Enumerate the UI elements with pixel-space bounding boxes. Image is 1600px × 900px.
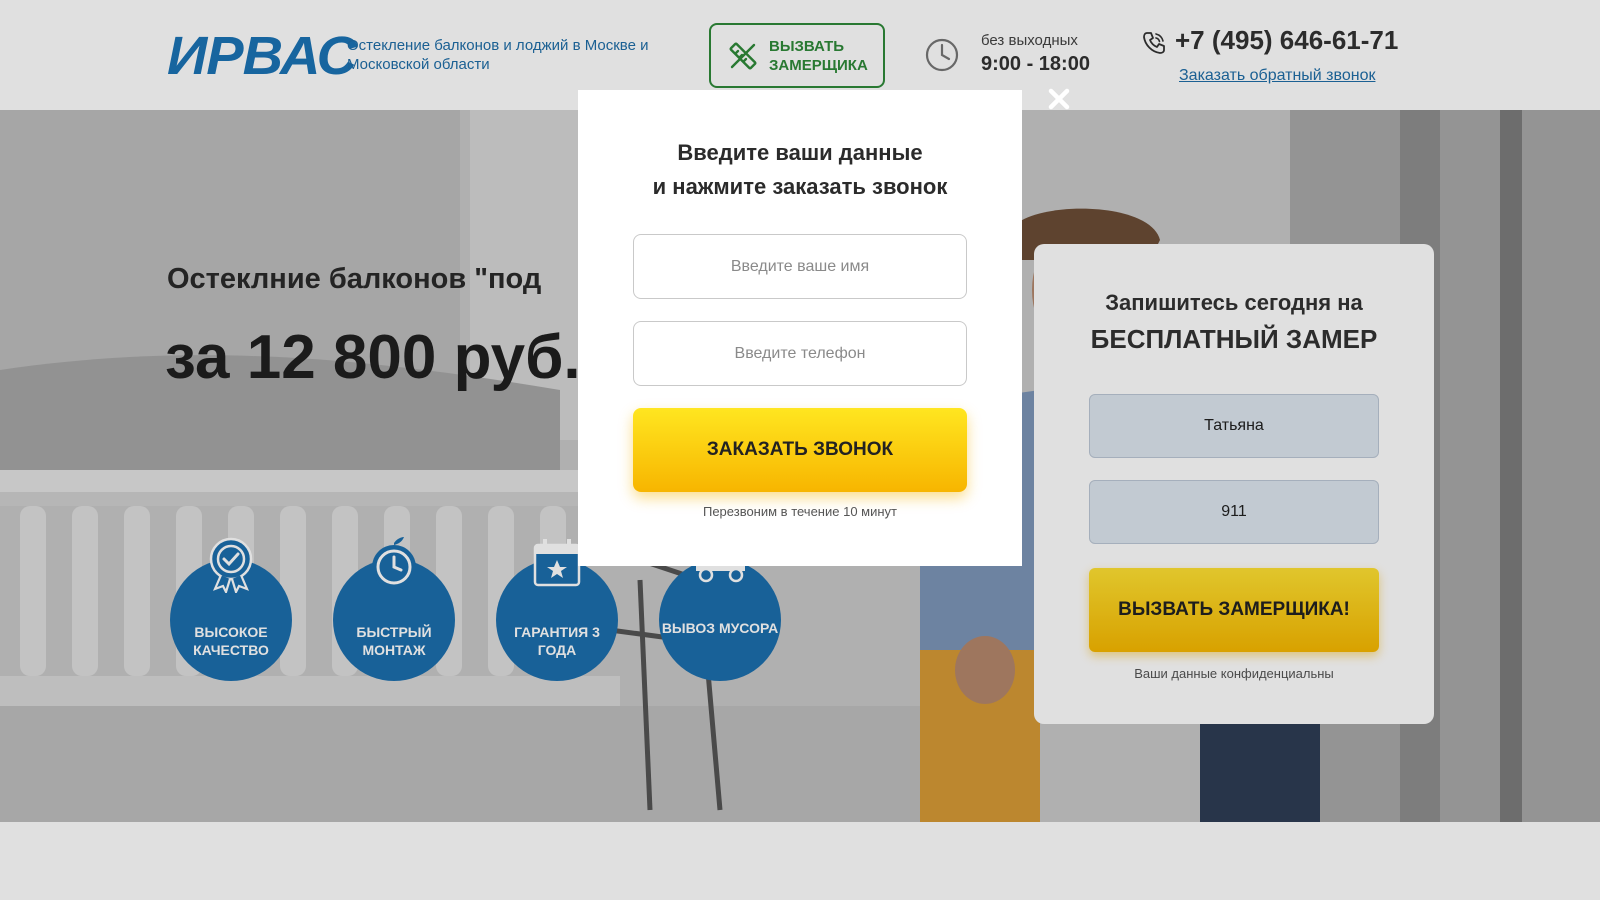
modal-title: Введите ваши данные и нажмите заказать з… <box>578 136 1022 204</box>
order-call-button[interactable]: ЗАКАЗАТЬ ЗВОНОК <box>633 408 967 492</box>
modal-title-line: Введите ваши данные <box>677 140 923 165</box>
close-icon[interactable] <box>1044 84 1074 114</box>
callback-hint: Перезвоним в течение 10 минут <box>702 504 897 519</box>
modal-phone-input[interactable] <box>633 321 967 386</box>
modal-title-line: и нажмите заказать звонок <box>652 174 948 199</box>
modal-name-input[interactable] <box>633 234 967 299</box>
callback-modal: Введите ваши данные и нажмите заказать з… <box>578 90 1022 566</box>
